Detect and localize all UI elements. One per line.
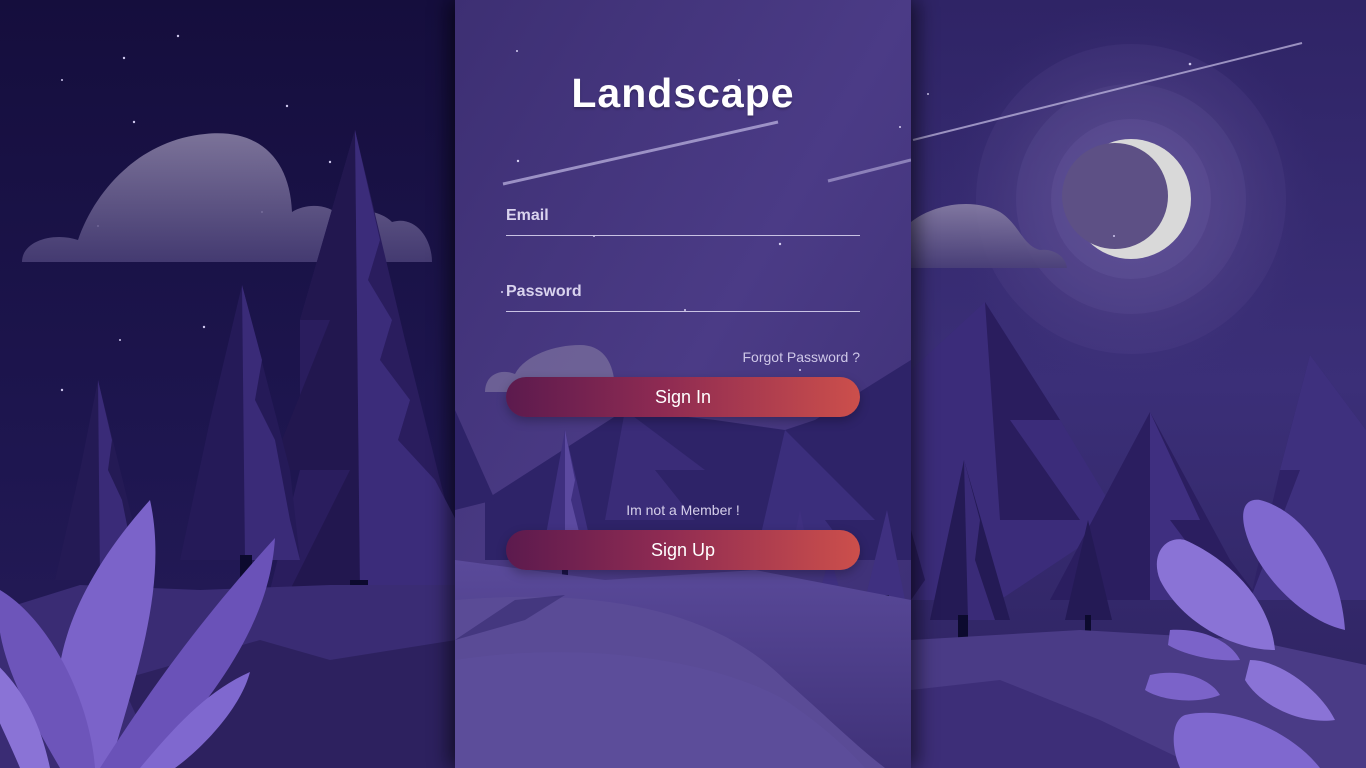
password-field[interactable]: Password <box>506 283 864 313</box>
email-field[interactable]: Email <box>506 207 864 237</box>
not-member-text: Im not a Member ! <box>626 502 740 518</box>
page-title: Landscape <box>571 70 795 116</box>
sign-up-button[interactable]: Sign Up <box>506 530 860 570</box>
password-underline <box>506 311 860 312</box>
password-input[interactable] <box>506 283 864 311</box>
login-panel: Landscape Email Password Forgot Password… <box>455 0 911 768</box>
sign-in-button[interactable]: Sign In <box>506 377 860 417</box>
forgot-password-link[interactable]: Forgot Password ? <box>743 349 861 365</box>
email-underline <box>506 235 860 236</box>
login-page: Landscape Email Password Forgot Password… <box>0 0 1366 768</box>
email-input[interactable] <box>506 207 864 235</box>
